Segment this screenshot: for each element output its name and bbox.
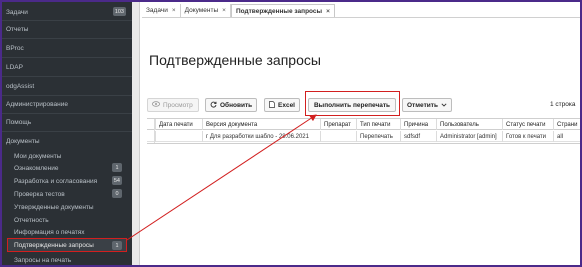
- column-header-drug[interactable]: Препарат: [320, 119, 356, 130]
- sidebar-divider: [2, 76, 132, 77]
- row-selector-column[interactable]: [147, 119, 155, 143]
- sidebar-subitem-print-info[interactable]: Информация о печатях: [14, 225, 126, 239]
- sidebar-item-help[interactable]: Помощь: [6, 115, 130, 129]
- column-header-reason[interactable]: Причина: [400, 119, 436, 130]
- sidebar-item-label: Проверка тестов: [14, 190, 65, 198]
- table-cell: Готов к печати: [502, 131, 553, 142]
- sidebar-divider: [2, 20, 132, 21]
- excel-export-button[interactable]: Excel: [264, 98, 300, 112]
- preview-label: Просмотр: [163, 101, 193, 109]
- eye-icon: [152, 101, 160, 109]
- sidebar-subitem-confirmed-requests[interactable]: Подтвержденные запросы 1: [7, 238, 127, 252]
- table-cell: all: [553, 131, 580, 142]
- development-count-badge: 54: [111, 176, 122, 185]
- table-cell: [320, 131, 356, 142]
- sidebar-divider: [2, 38, 132, 39]
- sidebar-item-label: Ознакомление: [14, 164, 59, 172]
- sidebar-subitem-print-requests[interactable]: Запросы на печать: [14, 253, 126, 265]
- sidebar-divider: [2, 113, 132, 114]
- test-review-count-badge: 0: [112, 189, 122, 198]
- sidebar-item-documents[interactable]: Документы: [6, 134, 130, 148]
- mark-dropdown-button[interactable]: Отметить: [402, 98, 452, 112]
- column-header-document-version[interactable]: Версия документа: [202, 119, 320, 130]
- tab-bar: Задачи × Документы × Подтвержденные запр…: [142, 4, 335, 17]
- column-header-print-date[interactable]: Дата печати: [155, 119, 202, 130]
- sidebar-item-label: Администрирование: [6, 100, 68, 108]
- sidebar-item-label: LDAP: [6, 63, 23, 71]
- mark-label: Отметить: [407, 101, 438, 109]
- table-cell: Administrator [admin]: [436, 131, 502, 142]
- sidebar-item-label: Документы: [6, 137, 40, 145]
- sidebar-item-odgassist[interactable]: odgAssist: [6, 79, 130, 93]
- tab-label: Подтвержденные запросы: [235, 7, 323, 15]
- sidebar-item-label: Подтвержденные запросы: [14, 241, 94, 249]
- sidebar-item-bproc[interactable]: BProc: [6, 41, 130, 55]
- table-cell: Перепечать: [356, 131, 400, 142]
- tab-confirmed-requests[interactable]: Подтвержденные запросы ×: [230, 4, 335, 17]
- refresh-label: Обновить: [220, 101, 253, 109]
- sidebar-divider: [2, 57, 132, 58]
- column-header-user[interactable]: Пользователь: [436, 119, 502, 130]
- column-header-pages[interactable]: Страни: [553, 119, 580, 130]
- sidebar-subitem-approved-documents[interactable]: Утвержденные документы: [14, 200, 126, 214]
- sidebar-divider: [2, 95, 132, 96]
- tab-label: Задачи: [146, 7, 168, 14]
- sidebar-item-tasks[interactable]: Задачи 103: [6, 5, 130, 19]
- grid-bottom-border: [147, 143, 580, 144]
- sidebar-splitter[interactable]: [132, 2, 140, 265]
- row-count-label: 1 строка: [550, 101, 576, 108]
- acquaintance-count-badge: 1: [112, 163, 122, 172]
- excel-label: Excel: [278, 101, 295, 109]
- table-cell: [155, 131, 202, 142]
- sidebar-item-label: BProc: [6, 44, 24, 52]
- window-frame: Задачи 103 Отчеты BProc LDAP odgAssist А…: [0, 0, 582, 267]
- sidebar-subitem-development[interactable]: Разработка и согласования 54: [14, 174, 126, 188]
- sidebar-item-label: odgAssist: [6, 82, 35, 90]
- sidebar-item-administration[interactable]: Администрирование: [6, 97, 130, 111]
- close-icon[interactable]: ×: [326, 8, 330, 15]
- document-icon: [269, 100, 275, 110]
- sidebar-item-ldap[interactable]: LDAP: [6, 60, 130, 74]
- chevron-down-icon: [441, 102, 447, 109]
- close-icon[interactable]: ×: [222, 7, 226, 14]
- table-cell: г Для разработки шабло - 28.06.2021: [202, 131, 320, 142]
- tab-documents[interactable]: Документы ×: [181, 4, 231, 17]
- sidebar-item-label: Мои документы: [14, 152, 62, 160]
- page-title: Подтвержденные запросы: [149, 52, 321, 68]
- sidebar-subitem-acquaintance[interactable]: Ознакомление 1: [14, 161, 126, 175]
- preview-button[interactable]: Просмотр: [147, 98, 199, 112]
- refresh-icon: [210, 101, 217, 110]
- table-cell: sdfsdf: [400, 131, 436, 142]
- refresh-button[interactable]: Обновить: [205, 98, 257, 112]
- sidebar-item-label: Отчеты: [6, 25, 29, 33]
- tab-bar-divider: [142, 17, 580, 18]
- sidebar-subitem-test-review[interactable]: Проверка тестов 0: [14, 187, 126, 201]
- tasks-count-badge: 103: [112, 7, 126, 16]
- sidebar-item-label: Разработка и согласования: [14, 177, 98, 185]
- sidebar: Задачи 103 Отчеты BProc LDAP odgAssist А…: [2, 2, 132, 265]
- sidebar-item-label: Информация о печатях: [14, 228, 85, 236]
- column-header-print-status[interactable]: Статус печати: [502, 119, 553, 130]
- sidebar-item-label: Запросы на печать: [14, 256, 72, 264]
- table-row[interactable]: г Для разработки шабло - 28.06.2021 Пере…: [147, 131, 580, 142]
- confirmed-requests-count-badge: 1: [112, 241, 122, 250]
- sidebar-item-label: Отчетность: [14, 216, 49, 224]
- sidebar-item-label: Задачи: [6, 8, 28, 16]
- close-icon[interactable]: ×: [172, 7, 176, 14]
- sidebar-item-label: Утвержденные документы: [14, 203, 94, 211]
- column-header-print-type[interactable]: Тип печати: [356, 119, 400, 130]
- sidebar-item-label: Помощь: [6, 118, 32, 126]
- sidebar-divider: [2, 131, 132, 132]
- table-header: Дата печати Версия документа Препарат Ти…: [147, 119, 580, 130]
- tab-tasks[interactable]: Задачи ×: [142, 4, 181, 17]
- annotation-highlight-box: [305, 91, 400, 116]
- sidebar-item-reports[interactable]: Отчеты: [6, 22, 130, 36]
- tab-label: Документы: [184, 7, 219, 14]
